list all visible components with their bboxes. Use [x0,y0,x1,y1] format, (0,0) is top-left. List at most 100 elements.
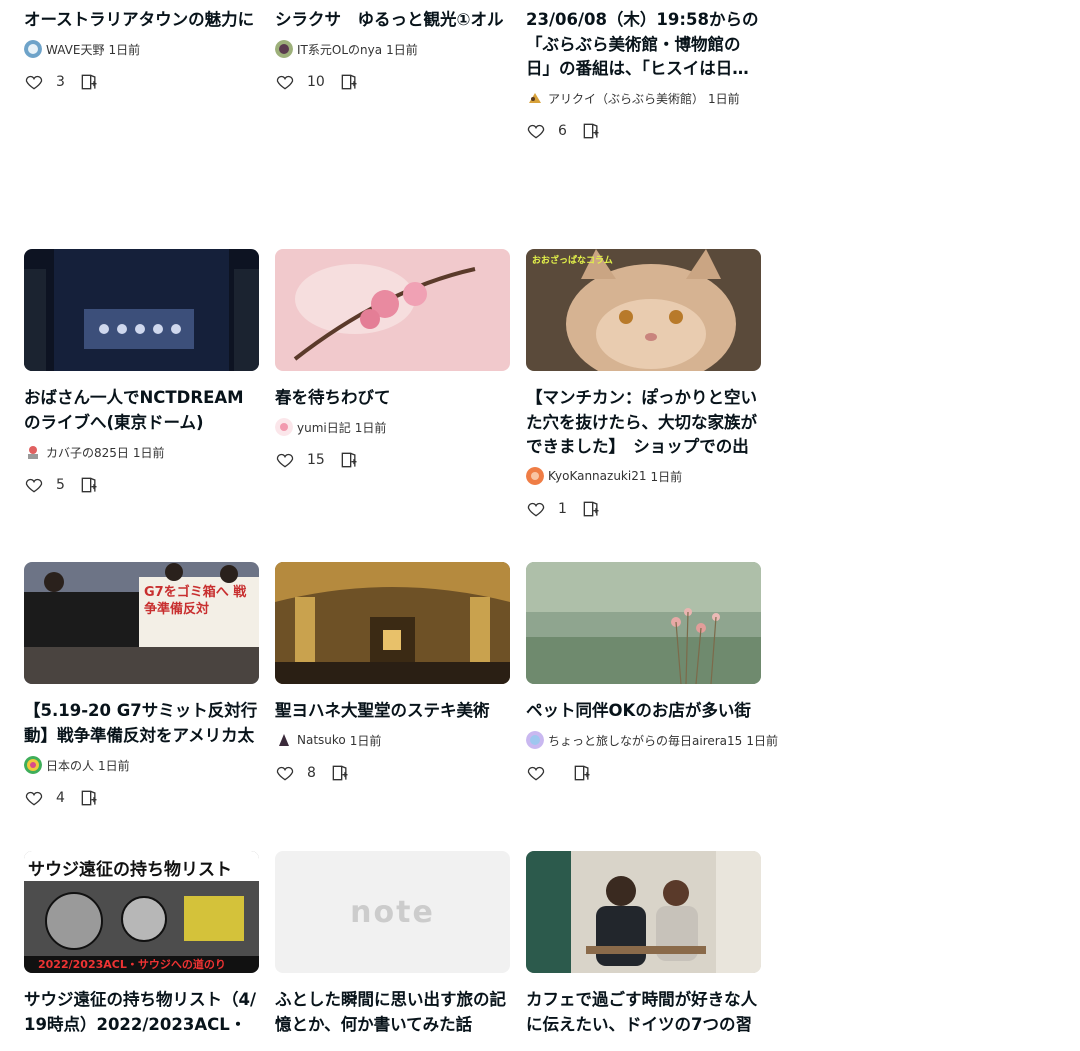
article-card[interactable]: カフェで過ごす時間が好きな人に伝えたい、ドイツの7つの習慣 [526,851,761,1051]
post-time: 1日前 [746,733,778,748]
article-actions [526,763,761,783]
article-title[interactable]: 聖ヨハネ大聖堂のステキ美術 [275,699,510,723]
thumbnail-caption: サウジ遠征の持ち物リスト [28,860,232,880]
article-card[interactable]: 23/06/08（木）19:58からの「ぶらぶら美術館・博物館の日」の番組は、「… [526,0,761,249]
card-row: サウジ遠征の持ち物リスト 2022/2023ACL・サウジへの道のり サウジ遠征… [24,851,761,1051]
article-card[interactable]: ペット同伴OKのお店が多い街にいった話 ちょっと旅しながらの毎日airera15… [526,562,778,851]
thumbnail-caption: おおざっぱなコラム [532,256,613,266]
author-name[interactable]: Natsuko [297,733,346,747]
article-meta: アリクイ（ぶらぶら美術館） 1日前 [526,89,761,107]
author-name[interactable]: yumi日記 [297,419,351,436]
article-thumbnail[interactable] [526,562,761,684]
author-avatar[interactable] [275,40,293,58]
heart-icon[interactable] [24,72,44,92]
article-card[interactable]: シラクサ ゆるっと観光①オルティジャ IT系元OLのnya 1日前 10 [275,0,510,249]
article-card[interactable]: おおざっぱなコラム 【マンチカン：ぽっかりと空いた穴を抜けたら、大切な家族ができ… [526,249,761,562]
article-meta: カバ子の825日 1日前 [24,443,259,461]
heart-icon[interactable] [275,72,295,92]
article-card[interactable]: 春を待ちわびて yumi日記 1日前 15 [275,249,510,562]
heart-icon[interactable] [526,763,546,783]
like-count: 15 [307,452,325,468]
article-meta: Natsuko 1日前 [275,731,510,749]
article-title[interactable]: おばさん一人でNCTDREAMのライブへ(東京ドーム) [24,386,259,435]
add-to-magazine-icon[interactable] [581,499,601,519]
heart-icon[interactable] [275,763,295,783]
post-time: 1日前 [98,758,130,773]
heart-icon[interactable] [275,450,295,470]
author-name[interactable]: WAVE天野 [46,41,104,58]
author-name[interactable]: KyoKannazuki21 [548,469,646,483]
article-title[interactable]: オーストラリアタウンの魅力について、知る [24,8,259,32]
add-to-magazine-icon[interactable] [79,788,99,808]
article-card[interactable]: オーストラリアタウンの魅力について、知る WAVE天野 1日前 3 [24,0,259,249]
heart-icon[interactable] [24,788,44,808]
post-time: 1日前 [132,445,165,460]
add-to-magazine-icon[interactable] [339,72,359,92]
author-avatar[interactable] [275,731,293,749]
article-thumbnail-placeholder[interactable]: note [275,851,510,973]
add-to-magazine-icon[interactable] [572,763,592,783]
article-card[interactable]: G7をゴミ箱へ 戦争準備反対 【5.19-20 G7サミット反対行動】戦争準備反… [24,562,259,851]
author-name[interactable]: 日本の人 [46,757,94,774]
article-thumbnail[interactable] [526,851,761,973]
article-title[interactable]: 春を待ちわびて [275,386,510,410]
card-row: G7をゴミ箱へ 戦争準備反対 【5.19-20 G7サミット反対行動】戦争準備反… [24,562,778,851]
article-title[interactable]: カフェで過ごす時間が好きな人に伝えたい、ドイツの7つの習慣 [526,988,761,1037]
like-count: 4 [56,790,65,806]
heart-icon[interactable] [526,121,546,141]
add-to-magazine-icon[interactable] [339,450,359,470]
post-time: 1日前 [354,420,387,435]
add-to-magazine-icon[interactable] [79,72,99,92]
author-avatar[interactable] [275,418,293,436]
author-avatar[interactable] [24,443,42,461]
article-thumbnail[interactable] [275,562,510,684]
author-name[interactable]: カバ子の825日 [46,444,129,461]
article-actions: 15 [275,450,510,470]
article-card[interactable]: サウジ遠征の持ち物リスト 2022/2023ACL・サウジへの道のり サウジ遠征… [24,851,259,1051]
article-card[interactable]: note ふとした瞬間に思い出す旅の記憶とか、何か書いてみた話 [275,851,510,1051]
article-meta: yumi日記 1日前 [275,418,510,436]
post-time: 1日前 [708,91,740,106]
author-avatar[interactable] [24,756,42,774]
like-count: 3 [56,74,65,90]
article-thumbnail[interactable] [275,249,510,371]
article-card[interactable]: おばさん一人でNCTDREAMのライブへ(東京ドーム) カバ子の825日 1日前… [24,249,259,562]
article-title[interactable]: シラクサ ゆるっと観光①オルティジャ [275,8,510,32]
author-name[interactable]: IT系元OLのnya [297,41,382,58]
article-actions: 3 [24,72,259,92]
heart-icon[interactable] [526,499,546,519]
author-name[interactable]: ちょっと旅しながらの毎日airera15 [548,732,742,749]
article-title[interactable]: 【マンチカン：ぽっかりと空いた穴を抜けたら、大切な家族ができました】 ショップで… [526,386,761,459]
add-to-magazine-icon[interactable] [79,475,99,495]
article-title[interactable]: サウジ遠征の持ち物リスト（4/19時点）2022/2023ACL・サウジへの道の… [24,988,259,1037]
article-title[interactable]: 【5.19-20 G7サミット反対行動】戦争準備反対をアメリカ太平洋からはっきり… [24,699,259,748]
like-count: 8 [307,765,316,781]
article-thumbnail[interactable] [24,249,259,371]
article-actions: 1 [526,499,761,519]
add-to-magazine-icon[interactable] [581,121,601,141]
add-to-magazine-icon[interactable] [330,763,350,783]
article-meta: 日本の人 1日前 [24,756,259,774]
heart-icon[interactable] [24,475,44,495]
article-title[interactable]: 23/06/08（木）19:58からの「ぶらぶら美術館・博物館の日」の番組は、「… [526,8,761,81]
article-title[interactable]: ペット同伴OKのお店が多い街にいった話 [526,699,761,723]
author-avatar[interactable] [526,731,544,749]
article-meta: IT系元OLのnya 1日前 [275,40,510,58]
article-thumbnail[interactable]: サウジ遠征の持ち物リスト 2022/2023ACL・サウジへの道のり [24,851,259,973]
article-thumbnail[interactable]: G7をゴミ箱へ 戦争準備反対 [24,562,259,684]
article-actions: 10 [275,72,510,92]
like-count: 5 [56,477,65,493]
note-logo: note [350,894,435,930]
article-actions: 6 [526,121,761,141]
author-avatar[interactable] [526,89,544,107]
article-thumbnail[interactable]: おおざっぱなコラム [526,249,761,371]
article-title[interactable]: ふとした瞬間に思い出す旅の記憶とか、何か書いてみた話 [275,988,510,1037]
thumbnail-caption: G7をゴミ箱へ 戦争準備反対 [144,585,247,617]
thumbnail-subcaption: 2022/2023ACL・サウジへの道のり [38,958,226,971]
author-avatar[interactable] [24,40,42,58]
author-avatar[interactable] [526,467,544,485]
article-meta: WAVE天野 1日前 [24,40,259,58]
article-card[interactable]: 聖ヨハネ大聖堂のステキ美術 Natsuko 1日前 8 [275,562,510,851]
author-name[interactable]: アリクイ（ぶらぶら美術館） [548,90,704,107]
post-time: 1日前 [108,42,141,57]
